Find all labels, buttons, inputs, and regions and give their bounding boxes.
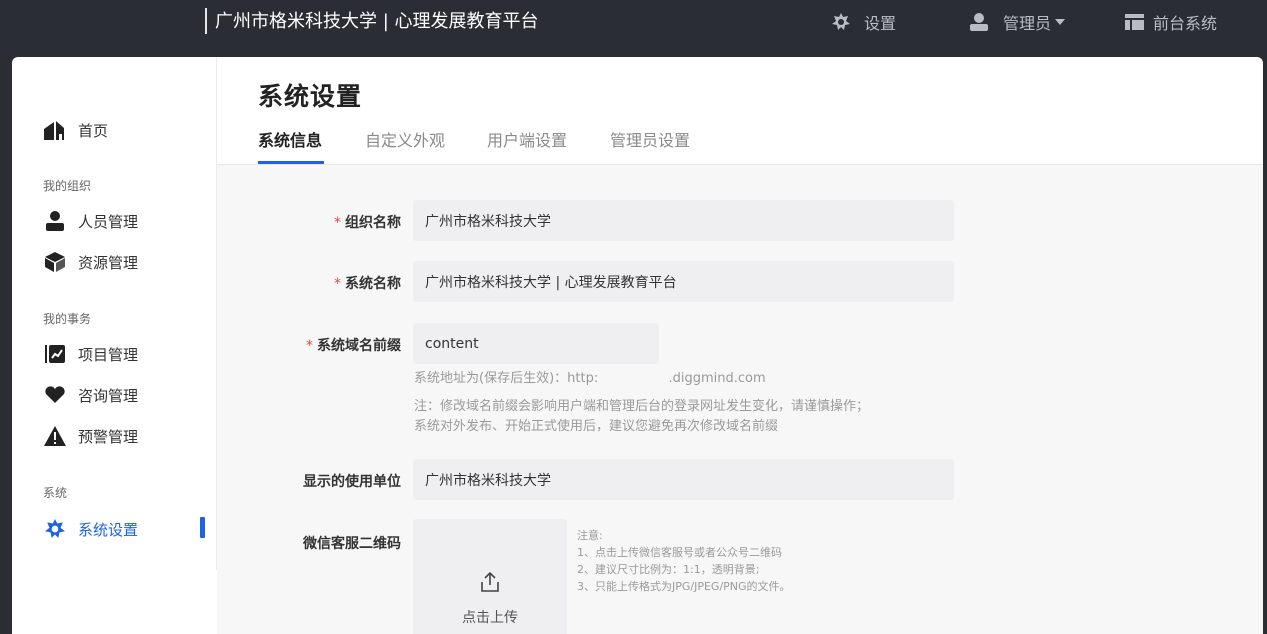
sidebar-item-label: 预警管理 [78,427,139,446]
org-name-input[interactable]: 广州市格米科技大学 [413,200,954,241]
required-mark: * [306,338,313,354]
warning-icon [44,425,66,447]
tab-system-info[interactable]: 系统信息 [258,127,322,151]
sidebar-item-resources[interactable]: 资源管理 [44,250,138,274]
app-title: 广州市格米科技大学 | 心理发展教育平台 [215,11,539,32]
gear-icon [832,13,850,30]
wechat-qr-label: 微信客服二维码 [303,536,401,552]
sidebar-item-alerts[interactable]: 预警管理 [44,424,138,448]
chart-icon [44,343,66,365]
user-icon [970,13,988,31]
qr-notes: 注意: 1、点击上传微信客服号或者公众号二维码 2、建议尺寸比例为：1:1，透明… [577,527,791,595]
brand-divider [205,8,207,34]
cube-icon [44,251,66,273]
heart-icon [44,384,66,406]
qr-note-1: 1、点击上传微信客服号或者公众号二维码 [577,546,782,559]
qr-note-3: 3、只能上传格式为JPG/JPEG/PNG的文件。 [577,580,791,593]
required-mark: * [334,276,341,292]
display-unit-label: 显示的使用单位 [303,474,401,490]
system-name-label-text: 系统名称 [345,276,401,292]
tab-client-settings[interactable]: 用户端设置 [487,127,567,151]
chevron-down-icon [1055,19,1066,25]
domain-prefix-label-text: 系统域名前缀 [317,338,401,354]
admin-menu[interactable]: 管理员 [969,10,1066,34]
system-name-input[interactable]: 广州市格米科技大学 | 心理发展教育平台 [413,261,954,302]
active-indicator [200,517,205,538]
tab-custom-appearance[interactable]: 自定义外观 [365,127,445,151]
sidebar-group-org: 我的组织 [43,179,92,193]
sidebar-item-home[interactable]: 首页 [44,118,108,142]
admin-label: 管理员 [1003,14,1052,33]
frontend-system-link[interactable]: 前台系统 [1125,10,1217,34]
sidebar-item-label: 人员管理 [78,212,139,231]
settings-label: 设置 [864,14,897,33]
domain-prefix-label: * 系统域名前缀 [306,335,401,355]
home-icon [44,119,66,141]
sidebar-group-system: 系统 [43,486,68,500]
qr-note-title: 注意: [577,529,603,542]
sidebar-item-label: 首页 [78,121,109,140]
layout-icon [1125,14,1144,30]
required-mark: * [334,215,341,231]
domain-prefix-input[interactable]: content [413,323,659,364]
top-bar: 广州市格米科技大学 | 心理发展教育平台 设置 管理员 前台系统 [0,0,1267,46]
qr-note-2: 2、建议尺寸比例为：1:1，透明背景; [577,563,760,576]
upload-icon [481,571,499,592]
display-unit-input[interactable]: 广州市格米科技大学 [413,459,954,500]
org-name-label: * 组织名称 [334,212,401,232]
settings-menu[interactable]: 设置 [832,10,896,34]
sidebar-item-label: 资源管理 [78,253,139,272]
domain-note-line-1: 注：修改域名前缀会影响用户端和管理后台的登录网址发生变化，请谨慎操作； [414,399,870,414]
sidebar-item-system-settings[interactable]: 系统设置 [44,517,138,541]
system-name-label: * 系统名称 [334,273,401,293]
page-title: 系统设置 [258,82,363,111]
domain-address-hint: 系统地址为(保存后生效)：http: .diggmind.com [414,371,766,386]
upload-label: 点击上传 [462,610,518,626]
person-icon [44,210,66,232]
sidebar-item-label: 咨询管理 [78,386,139,405]
sidebar: 首页 我的组织 人员管理 资源管理 我的事务 项目管理 咨询管理 预警管理 系统… [12,57,217,570]
domain-note-line-2: 系统对外发布、开始正式使用后，建议您避免再次修改域名前缀 [414,419,779,434]
sidebar-item-label: 系统设置 [78,520,139,539]
org-name-label-text: 组织名称 [345,215,401,231]
sidebar-item-projects[interactable]: 项目管理 [44,342,138,366]
main-card: 首页 我的组织 人员管理 资源管理 我的事务 项目管理 咨询管理 预警管理 系统… [12,57,1263,634]
qr-upload-box[interactable]: 点击上传 [413,519,567,634]
gear-icon [44,518,66,540]
sidebar-group-affairs: 我的事务 [43,312,92,326]
tab-admin-settings[interactable]: 管理员设置 [610,127,690,151]
sidebar-item-people[interactable]: 人员管理 [44,209,138,233]
sidebar-item-label: 项目管理 [78,345,139,364]
sidebar-item-consulting[interactable]: 咨询管理 [44,383,138,407]
frontend-label: 前台系统 [1153,14,1218,33]
